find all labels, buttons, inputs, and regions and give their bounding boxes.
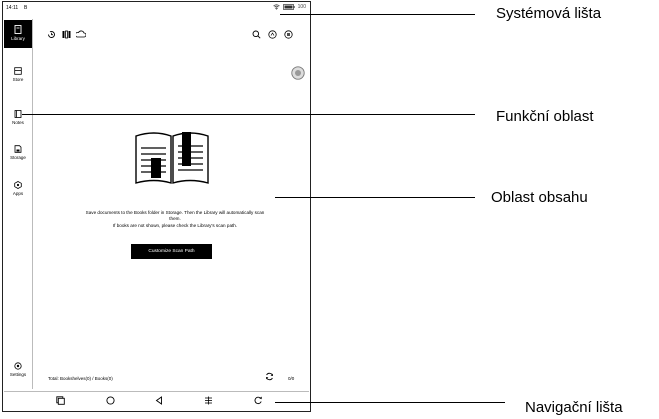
sidebar-item-notes[interactable]: Notes xyxy=(4,110,32,125)
callout-navigation-bar: Navigační lišta xyxy=(525,399,623,416)
battery-level: 100 xyxy=(297,4,306,10)
empty-message-line2: them. xyxy=(169,216,181,221)
status-icons: 100 xyxy=(272,4,306,10)
callout-content-area: Oblast obsahu xyxy=(491,189,588,206)
sidebar-item-library[interactable]: Library xyxy=(4,20,32,48)
settings-icon xyxy=(14,362,22,370)
history-icon[interactable] xyxy=(47,30,56,39)
home-icon[interactable] xyxy=(106,396,115,405)
empty-library-illustration xyxy=(135,132,209,184)
sidebar-label: Settings xyxy=(9,372,27,377)
navigation-bar xyxy=(4,391,309,412)
wifi-icon xyxy=(272,4,280,10)
device-frame xyxy=(2,1,311,412)
sort-icon[interactable] xyxy=(268,30,277,39)
library-icon xyxy=(14,25,22,34)
refresh-icon[interactable] xyxy=(265,372,274,381)
apps-icon xyxy=(14,181,22,189)
search-icon[interactable] xyxy=(252,30,261,39)
sidebar-label: Library xyxy=(11,36,25,41)
refresh-screen-icon[interactable] xyxy=(204,396,213,405)
callout-system-bar: Systémová lišta xyxy=(496,5,602,22)
callout-line-function-area xyxy=(22,114,475,115)
status-time: 14:11 xyxy=(6,5,19,11)
store-icon xyxy=(14,67,22,75)
sidebar-label: Storage xyxy=(10,155,26,160)
recent-apps-icon[interactable] xyxy=(56,396,65,405)
sidebar-label: Notes xyxy=(12,120,24,125)
floating-ball-icon[interactable] xyxy=(291,66,305,80)
callout-line-navigation-bar xyxy=(275,402,505,403)
back-icon[interactable] xyxy=(155,396,164,405)
storage-icon xyxy=(14,145,22,153)
callout-line-system-bar xyxy=(280,14,475,15)
callout-function-area: Funkční oblast xyxy=(496,108,594,125)
sidebar-item-apps[interactable]: Apps xyxy=(4,181,32,196)
sidebar-item-store[interactable]: Store xyxy=(4,67,32,82)
empty-message-line1: Save documents to the Books folder in St… xyxy=(85,210,265,215)
sidebar-item-settings[interactable]: Settings xyxy=(4,362,32,377)
battery-icon xyxy=(282,4,295,10)
notes-icon xyxy=(14,110,22,118)
sidebar-item-storage[interactable]: Storage xyxy=(4,145,32,160)
callout-line-content-area xyxy=(275,197,475,198)
menu-icon[interactable] xyxy=(284,30,293,39)
cloud-icon[interactable] xyxy=(76,29,86,39)
sidebar-label: Store xyxy=(12,77,24,82)
total-count: Total: Bookshelves(0) / Books(0) xyxy=(48,376,113,381)
sidebar-label: Apps xyxy=(12,191,24,196)
bookshelf-icon[interactable] xyxy=(62,30,72,39)
rotate-icon[interactable] xyxy=(254,396,263,405)
empty-message-line3: If books are not shown, please check the… xyxy=(112,223,238,228)
sidebar: Library Store Notes Storage Apps Setting… xyxy=(4,19,33,389)
customize-scan-path-button[interactable]: Customize Scan Path xyxy=(131,244,212,259)
page-indicator: 0/0 xyxy=(288,376,295,381)
status-indicator: B xyxy=(24,5,28,11)
status-bar: 14:11 B 100 xyxy=(4,3,309,13)
